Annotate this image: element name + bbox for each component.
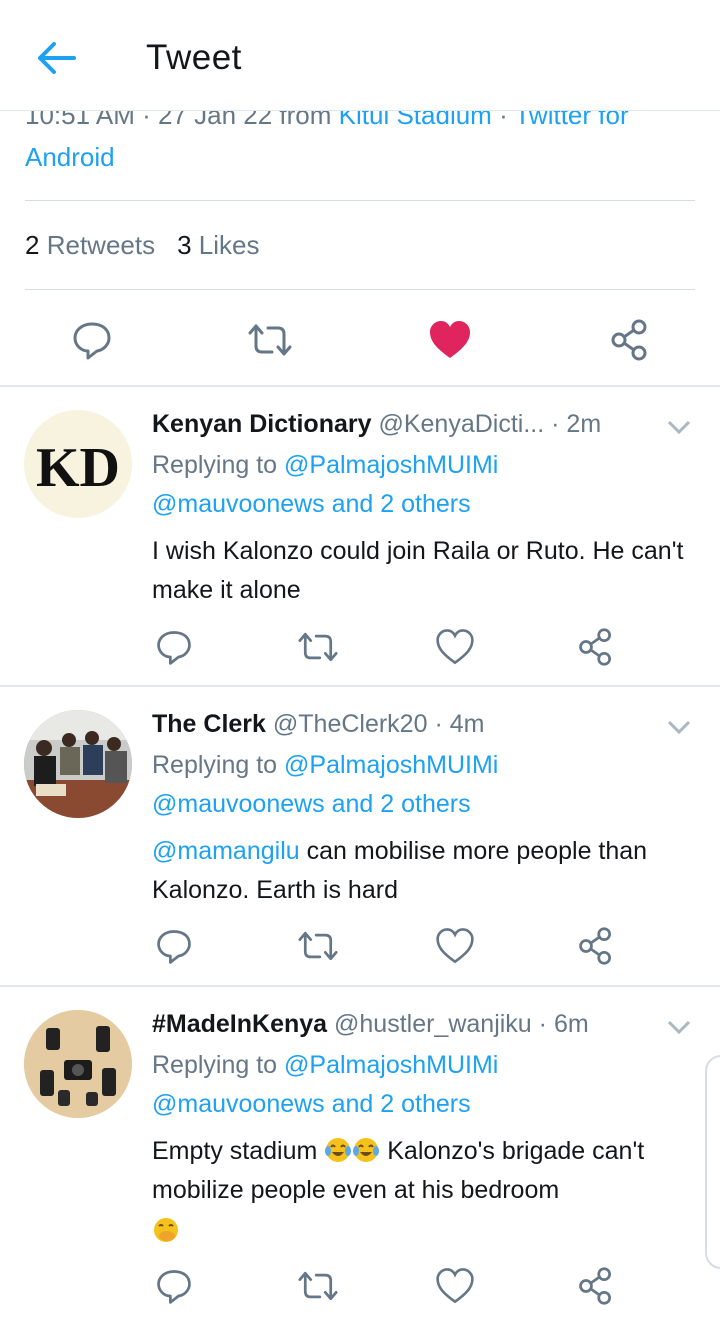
chevron-down-icon bbox=[667, 1020, 691, 1035]
tweet-text: @mamangilu can mobilise more people than… bbox=[152, 832, 700, 910]
replying-others-link[interactable]: @mauvoonews and 2 others bbox=[152, 790, 471, 819]
reply-time: 2m bbox=[566, 410, 602, 438]
divider bbox=[0, 985, 720, 987]
divider bbox=[25, 200, 695, 201]
retweet-count: 2 bbox=[25, 230, 40, 260]
share-button[interactable] bbox=[576, 926, 616, 971]
like-icon bbox=[436, 1268, 474, 1304]
replying-to-label: Replying to bbox=[152, 451, 278, 479]
reply-icon bbox=[157, 930, 191, 964]
like-label: Likes bbox=[198, 230, 260, 260]
replying-others-link[interactable]: @mauvoonews and 2 others bbox=[152, 1090, 471, 1119]
like-button[interactable] bbox=[435, 1266, 475, 1311]
retweet-icon bbox=[298, 931, 338, 961]
like-icon bbox=[436, 629, 474, 665]
tweet-stats: 2 Retweets 3 Likes bbox=[25, 230, 260, 261]
tears-of-joy-emoji-icon bbox=[325, 1138, 352, 1162]
reply-author: #MadeInKenya @hustler_wanjiku · 6m bbox=[152, 1010, 589, 1038]
avatar[interactable]: KD bbox=[24, 410, 132, 518]
avatar[interactable] bbox=[24, 1010, 132, 1118]
replying-to: Replying to @PalmajoshMUIMi bbox=[152, 1051, 498, 1080]
chevron-down-icon bbox=[667, 720, 691, 735]
chevron-down-icon bbox=[667, 420, 691, 435]
share-button[interactable] bbox=[576, 1266, 616, 1311]
retweet-button[interactable] bbox=[296, 926, 340, 971]
arrow-left-icon bbox=[38, 42, 76, 74]
retweet-button[interactable] bbox=[296, 627, 340, 672]
tweet-menu-button[interactable] bbox=[665, 1018, 693, 1038]
retweet-label: Retweets bbox=[46, 230, 156, 260]
reply-icon bbox=[157, 631, 191, 665]
author-handle: @TheClerk20 bbox=[272, 710, 428, 738]
reply-button[interactable] bbox=[154, 1266, 194, 1311]
retweet-button[interactable] bbox=[246, 318, 294, 367]
avatar-photo bbox=[24, 1010, 132, 1118]
tweet-menu-button[interactable] bbox=[665, 418, 693, 438]
share-icon bbox=[579, 1267, 611, 1305]
reply-time: 4m bbox=[449, 710, 485, 738]
tweet-text: Empty stadium Kalonzo's brigade can't mo… bbox=[152, 1132, 700, 1251]
retweet-icon bbox=[248, 324, 292, 356]
replying-others-link[interactable]: @mauvoonews and 2 others bbox=[152, 490, 471, 519]
back-button[interactable] bbox=[30, 34, 84, 82]
retweets-stat[interactable]: 2 Retweets bbox=[25, 230, 155, 260]
reply-button[interactable] bbox=[154, 627, 194, 672]
author-name: The Clerk bbox=[152, 710, 266, 738]
share-icon bbox=[579, 927, 611, 965]
author-handle: @hustler_wanjiku bbox=[334, 1010, 532, 1038]
replying-to-label: Replying to bbox=[152, 1051, 278, 1079]
replying-to-label: Replying to bbox=[152, 751, 278, 779]
divider bbox=[0, 685, 720, 687]
reply-time: 6m bbox=[553, 1010, 589, 1038]
likes-stat[interactable]: 3 Likes bbox=[177, 230, 259, 260]
tweet-text: I wish Kalonzo could join Raila or Ruto.… bbox=[152, 537, 684, 604]
like-icon bbox=[436, 928, 474, 964]
reply-button[interactable] bbox=[154, 926, 194, 971]
app-header: Tweet bbox=[0, 0, 720, 111]
avatar-photo bbox=[24, 710, 132, 818]
tears-of-joy-emoji-icon bbox=[353, 1138, 380, 1162]
reply-icon bbox=[157, 1270, 191, 1304]
like-icon-filled bbox=[430, 321, 470, 358]
divider bbox=[25, 289, 695, 290]
replying-to: Replying to @PalmajoshMUIMi bbox=[152, 451, 498, 480]
share-icon bbox=[611, 319, 647, 361]
scroll-handle[interactable] bbox=[705, 1055, 720, 1269]
reply-button[interactable] bbox=[70, 318, 114, 367]
author-name: Kenyan Dictionary bbox=[152, 410, 372, 438]
reply-icon bbox=[73, 322, 111, 360]
mention-link[interactable]: @PalmajoshMUIMi bbox=[284, 751, 498, 779]
mention-link[interactable]: @PalmajoshMUIMi bbox=[284, 1051, 498, 1079]
author-name: #MadeInKenya bbox=[152, 1010, 328, 1038]
reply-author: The Clerk @TheClerk20 · 4m bbox=[152, 710, 485, 738]
share-button[interactable] bbox=[608, 318, 652, 367]
avatar[interactable] bbox=[24, 710, 132, 818]
tweet-client-link-2[interactable]: Android bbox=[25, 142, 115, 173]
page-title: Tweet bbox=[146, 38, 242, 77]
tweet-menu-button[interactable] bbox=[665, 718, 693, 738]
like-button[interactable] bbox=[435, 926, 475, 971]
mention-link[interactable]: @PalmajoshMUIMi bbox=[284, 451, 498, 479]
mention-link[interactable]: @mamangilu bbox=[152, 837, 300, 865]
retweet-icon bbox=[298, 632, 338, 662]
retweet-icon bbox=[298, 1271, 338, 1301]
like-button[interactable] bbox=[435, 627, 475, 672]
replying-to: Replying to @PalmajoshMUIMi bbox=[152, 751, 498, 780]
avatar-logo-text: KD bbox=[36, 437, 120, 499]
retweet-button[interactable] bbox=[296, 1266, 340, 1311]
hand-over-mouth-emoji-icon bbox=[154, 1218, 178, 1242]
like-button[interactable] bbox=[427, 318, 473, 367]
like-count: 3 bbox=[177, 230, 192, 260]
share-button[interactable] bbox=[576, 627, 616, 672]
share-icon bbox=[579, 628, 611, 666]
author-handle: @KenyaDicti... bbox=[378, 410, 545, 438]
divider bbox=[0, 385, 720, 387]
reply-author: Kenyan Dictionary @KenyaDicti... · 2m bbox=[152, 410, 602, 438]
tweet-text-part: Empty stadium bbox=[152, 1137, 318, 1165]
